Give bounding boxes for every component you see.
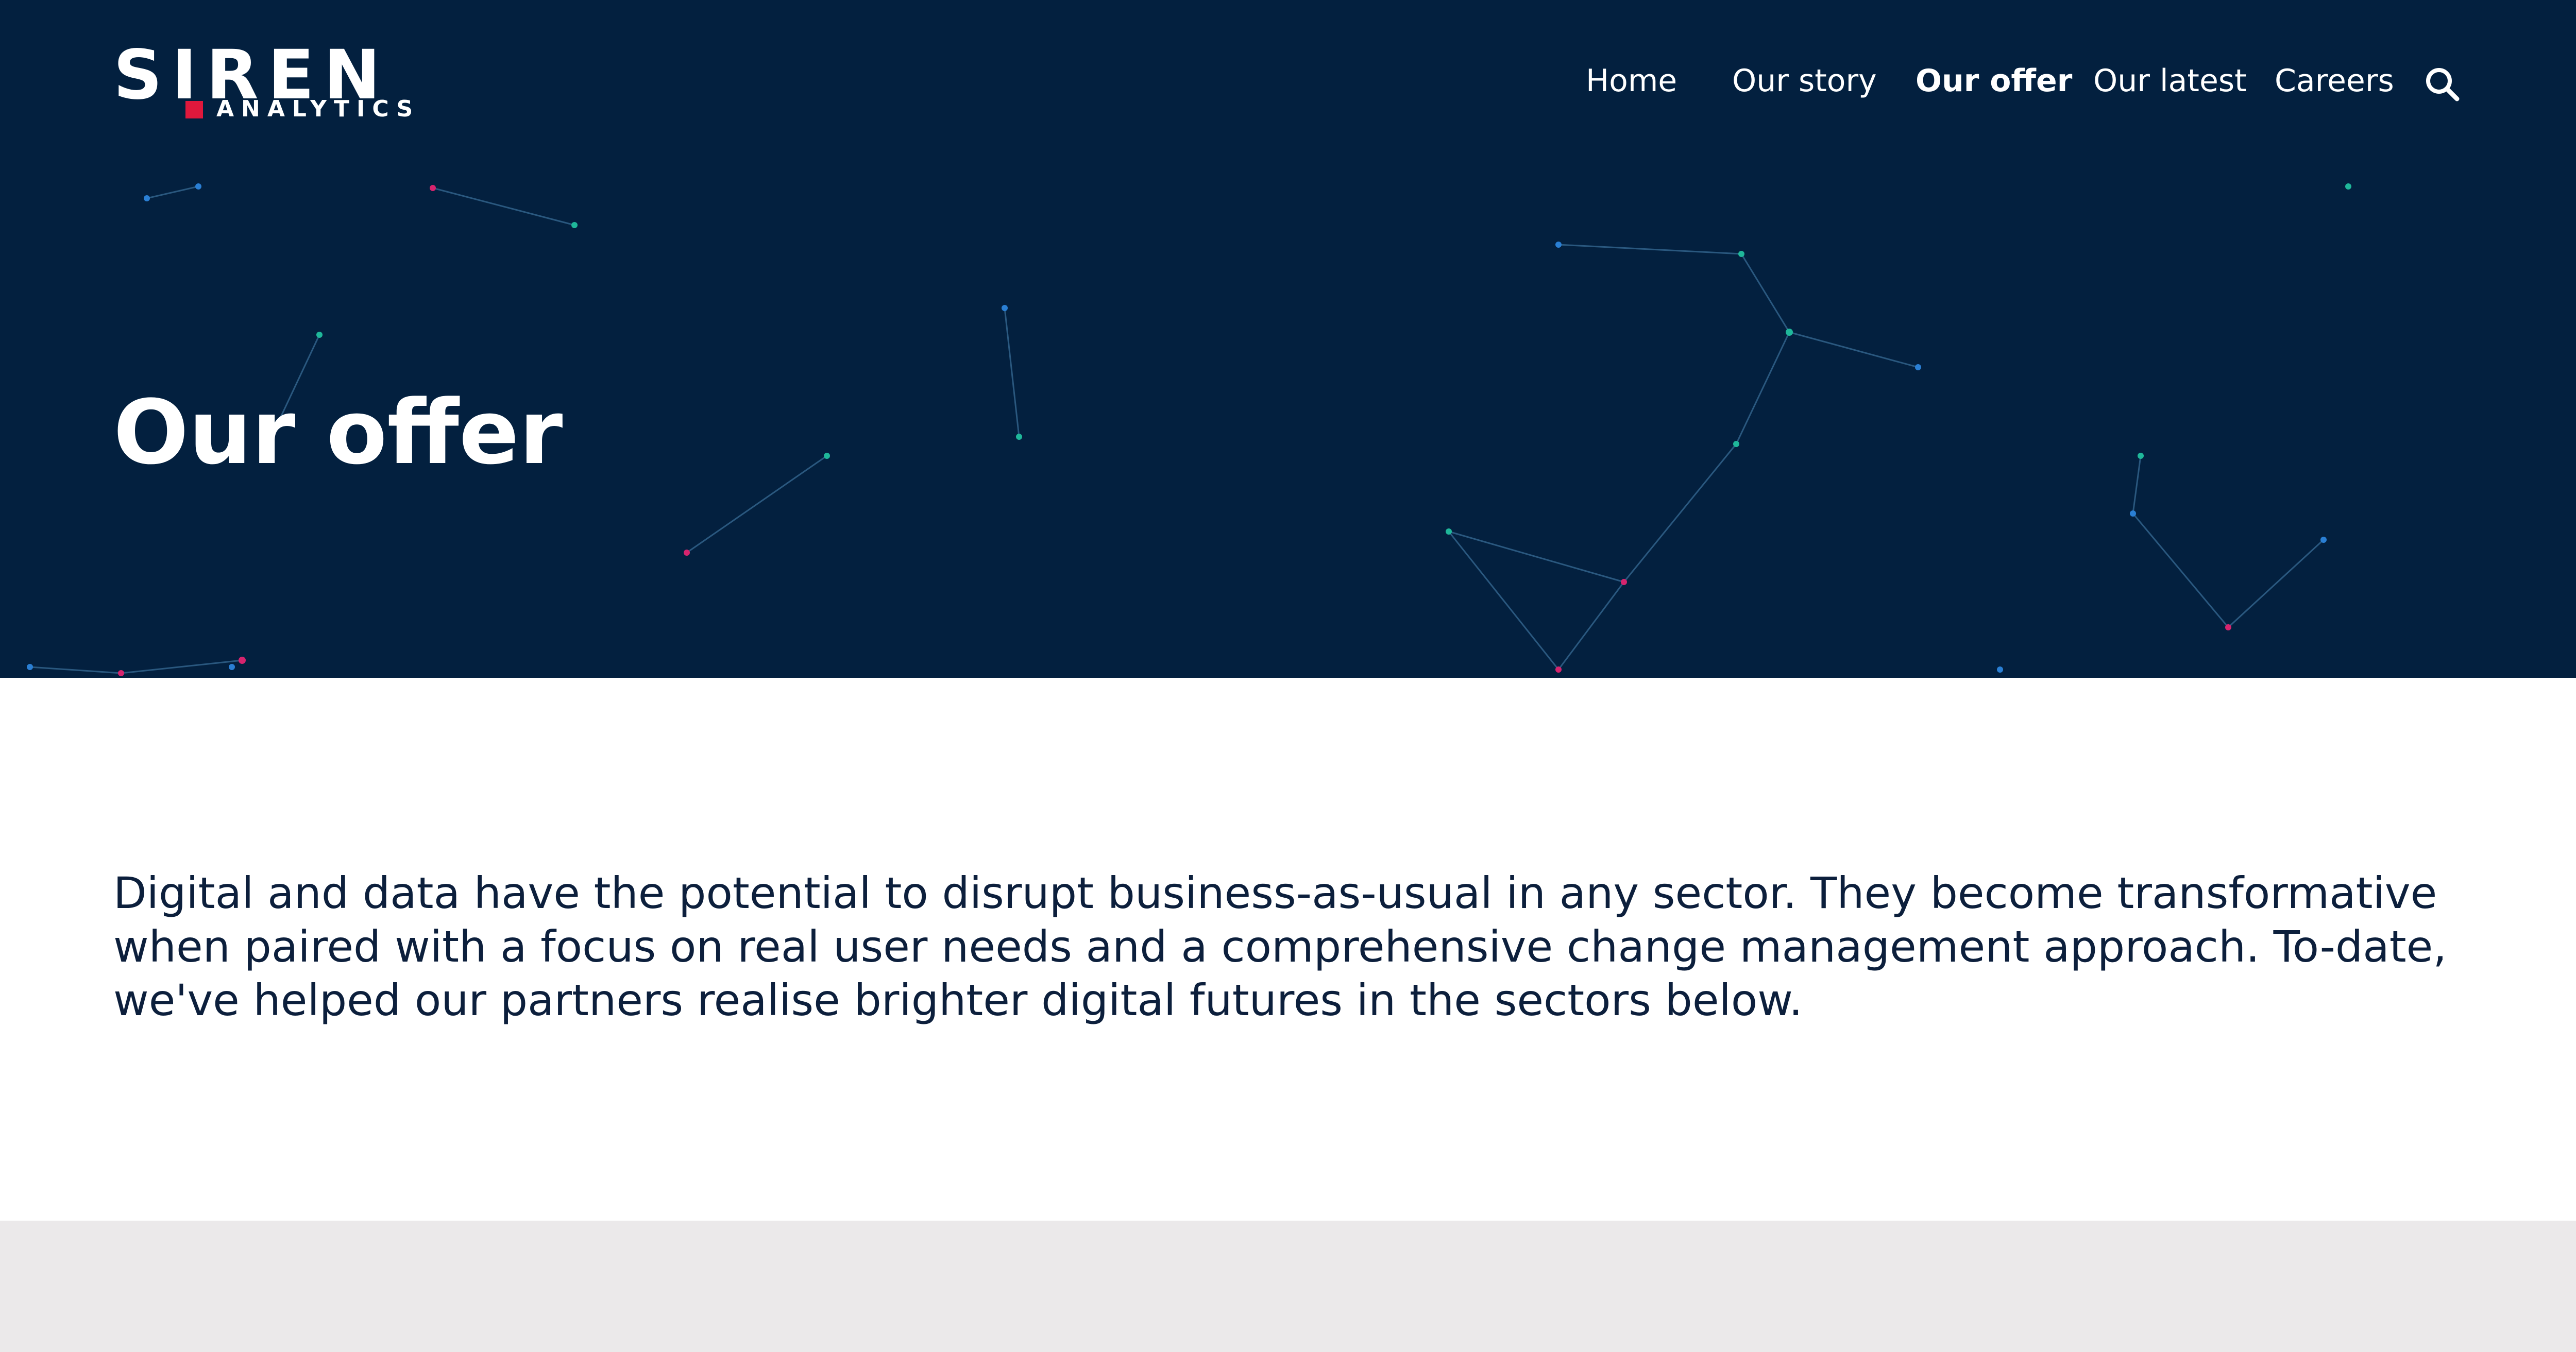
intro-paragraph: Digital and data have the potential to d… (113, 868, 2447, 1025)
nav-item-our-offer[interactable]: Our offer (1916, 58, 2072, 104)
main-nav: Home Our story Our offer Our latest Care… (0, 58, 2576, 104)
nav-item-home[interactable]: Home (1586, 58, 1677, 104)
nav-item-our-story[interactable]: Our story (1732, 58, 1877, 104)
search-icon[interactable] (2424, 66, 2460, 102)
nav-item-careers[interactable]: Careers (2275, 58, 2394, 104)
nav-item-our-latest[interactable]: Our latest (2093, 58, 2247, 104)
page-title: Our offer (113, 381, 563, 484)
hero-banner: SIREN ANALYTICS Home Our story Our offer… (0, 0, 2576, 678)
sectors-section (0, 1221, 2576, 1352)
